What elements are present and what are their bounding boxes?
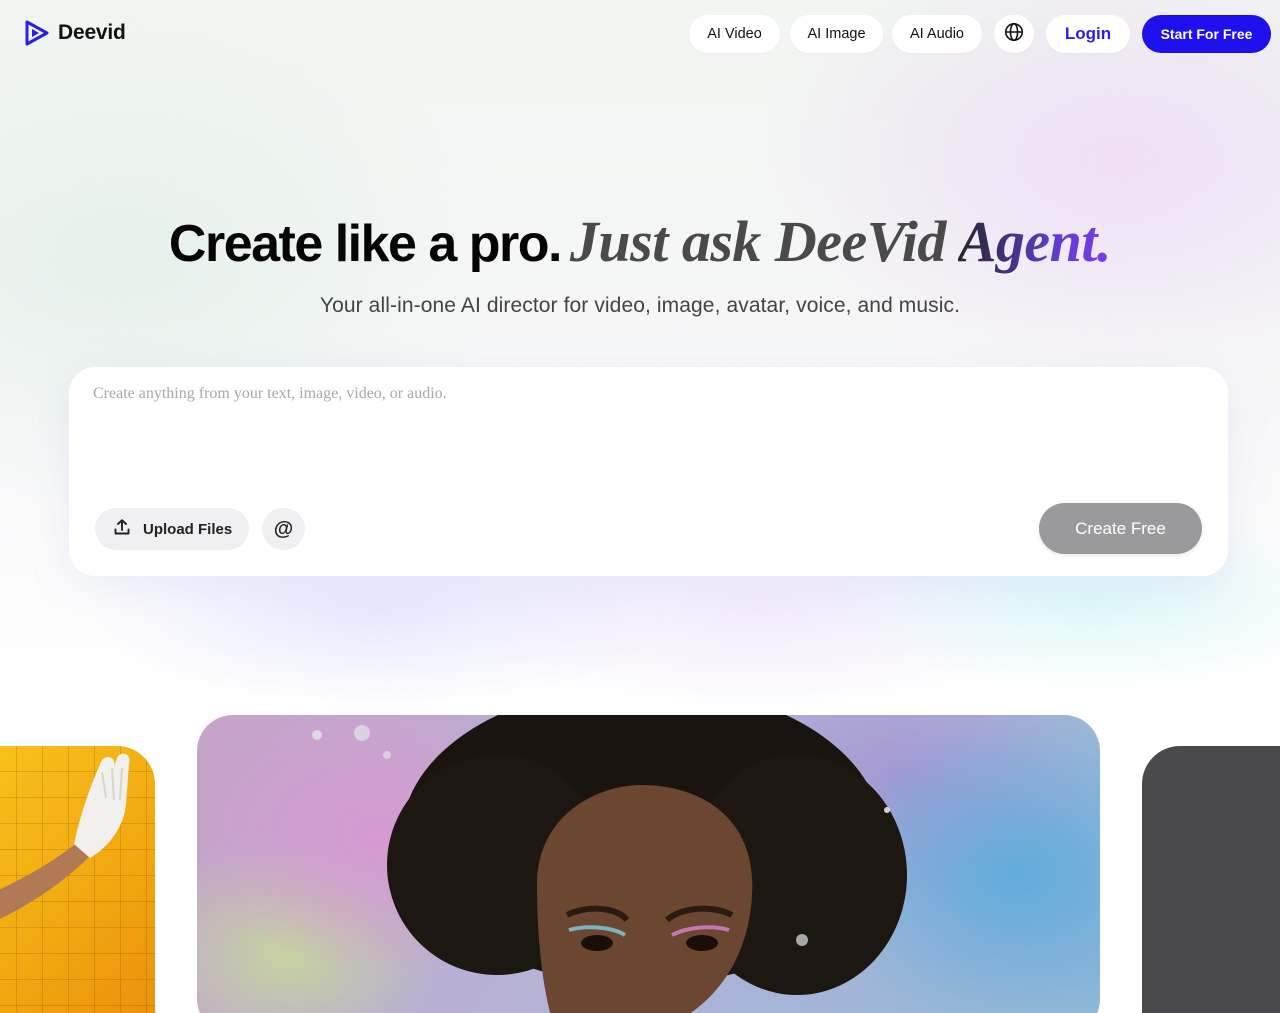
gallery-item-right[interactable] [1142,746,1280,1013]
upload-files-button[interactable]: Upload Files [95,508,249,550]
prompt-card: Upload Files @ Create Free [69,367,1228,576]
prompt-input[interactable] [93,385,1193,475]
hero-title-italic-b: Agent. [957,209,1112,274]
gallery-item-left[interactable] [0,746,155,1013]
gloved-hand-image [0,753,130,919]
upload-files-label: Upload Files [143,520,233,538]
woman-portrait-image [312,715,907,1013]
mention-button[interactable]: @ [262,508,305,550]
upload-icon [113,518,131,540]
globe-icon [1004,22,1024,46]
hero-title: Create like a pro. Just ask DeeVid Agent… [0,208,1280,275]
brand-home-link[interactable]: Deevid [24,20,126,46]
top-nav: Deevid AI Video AI Image AI Audio Login … [0,0,1280,68]
play-logo-icon [24,20,50,46]
hero-title-bold: Create like a pro. [168,215,563,273]
hero-title-italic: Just ask DeeVid Agent. [569,209,1112,274]
nav-ai-video[interactable]: AI Video [689,15,780,53]
hero-title-italic-a: Just ask DeeVid [569,209,947,274]
at-sign-icon: @ [273,517,294,540]
login-button[interactable]: Login [1046,15,1130,53]
nav-ai-image[interactable]: AI Image [790,15,883,53]
start-for-free-button[interactable]: Start For Free [1142,15,1271,53]
create-free-button[interactable]: Create Free [1039,503,1202,554]
nav-ai-audio[interactable]: AI Audio [892,15,982,53]
gallery-item-featured[interactable] [197,715,1100,1013]
hero-subtitle: Your all-in-one AI director for video, i… [319,294,961,317]
language-button[interactable] [994,15,1034,53]
brand-name: Deevid [58,21,126,44]
